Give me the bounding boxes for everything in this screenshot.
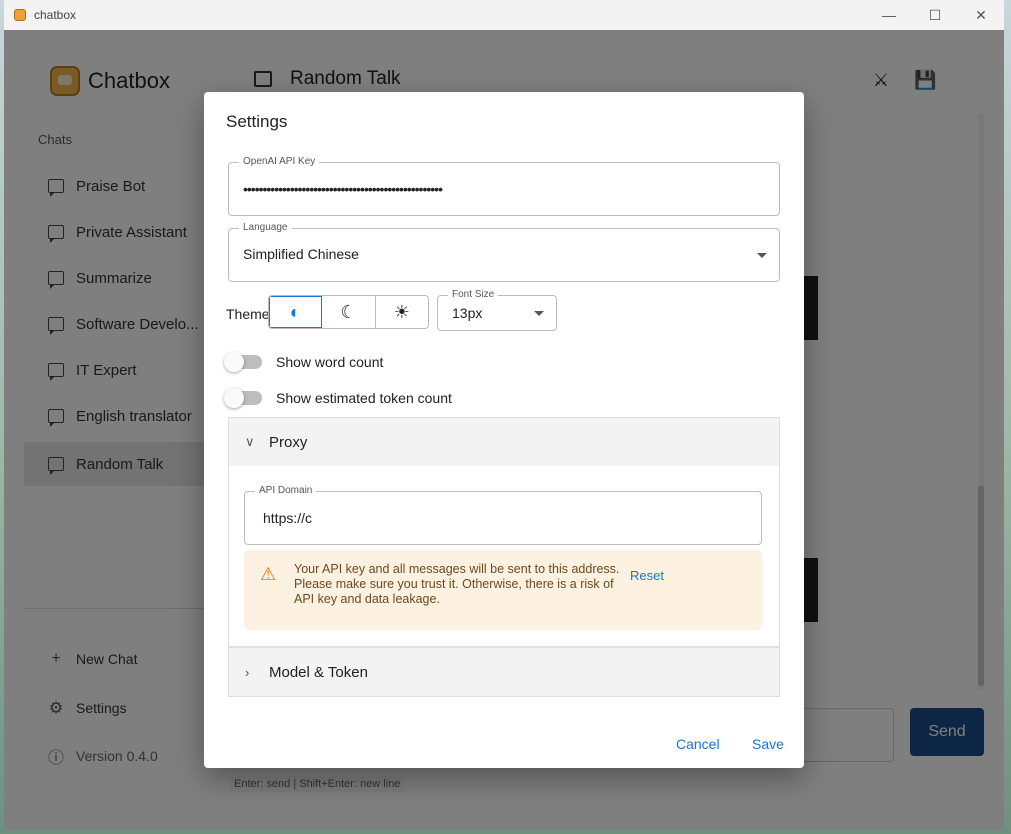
auto-theme-icon[interactable]: ◐ (269, 296, 323, 328)
theme-label: Theme (226, 306, 270, 322)
dark-theme-icon[interactable]: ☾ (322, 296, 376, 328)
word-count-switch[interactable] (224, 352, 262, 372)
warning-triangle-icon: ⚠ (260, 564, 277, 584)
language-label: Language (239, 222, 292, 234)
chevron-down-icon (757, 253, 767, 258)
minimize-icon[interactable]: — (866, 0, 912, 30)
word-count-label: Show word count (276, 354, 384, 370)
font-size-label: Font Size (448, 289, 499, 301)
language-value: Simplified Chinese (243, 246, 359, 262)
api-domain-field[interactable]: API Domain https://c (244, 485, 762, 545)
chevron-right-icon: › (245, 664, 250, 680)
api-key-label: OpenAI API Key (239, 156, 320, 168)
api-domain-label: API Domain (255, 485, 317, 497)
settings-dialog: Settings OpenAI API Key ••••••••••••••••… (204, 92, 804, 768)
proxy-warning-alert: ⚠ Your API key and all messages will be … (244, 550, 762, 630)
chevron-down-icon: ∨ (245, 434, 255, 449)
api-key-value: ••••••••••••••••••••••••••••••••••••••••… (243, 181, 443, 197)
maximize-icon[interactable]: ☐ (912, 0, 958, 30)
token-count-switch[interactable] (224, 388, 262, 408)
window-title: chatbox (34, 8, 77, 22)
window-titlebar: chatbox — ☐ ✕ (4, 0, 1004, 30)
proxy-accordion-header[interactable]: ∨ Proxy (229, 418, 779, 466)
warning-text: Your API key and all messages will be se… (294, 562, 620, 606)
reset-button[interactable]: Reset (630, 568, 664, 583)
cancel-button[interactable]: Cancel (676, 736, 720, 752)
word-count-toggle-row: Show word count (224, 352, 384, 372)
switch-knob (224, 388, 244, 408)
token-count-toggle-row: Show estimated token count (224, 388, 452, 408)
save-button[interactable]: Save (752, 736, 784, 752)
font-size-select[interactable]: Font Size 13px (437, 289, 557, 331)
dialog-title: Settings (226, 112, 288, 131)
chevron-down-icon (534, 311, 544, 316)
api-key-field[interactable]: OpenAI API Key •••••••••••••••••••••••••… (228, 156, 780, 216)
model-token-accordion-header[interactable]: › Model & Token (229, 648, 779, 696)
token-count-label: Show estimated token count (276, 390, 452, 406)
font-size-value: 13px (452, 305, 483, 321)
theme-toggle-group: ◐ ☾ ☀ (268, 295, 429, 329)
proxy-title: Proxy (269, 433, 308, 451)
close-icon[interactable]: ✕ (958, 0, 1004, 30)
model-token-title: Model & Token (269, 663, 368, 681)
light-theme-icon[interactable]: ☀ (376, 296, 428, 328)
language-select[interactable]: Language Simplified Chinese (228, 222, 780, 282)
model-token-accordion: › Model & Token (228, 647, 780, 697)
api-domain-value: https://c (263, 510, 313, 526)
app-icon (14, 9, 26, 21)
switch-knob (224, 352, 244, 372)
